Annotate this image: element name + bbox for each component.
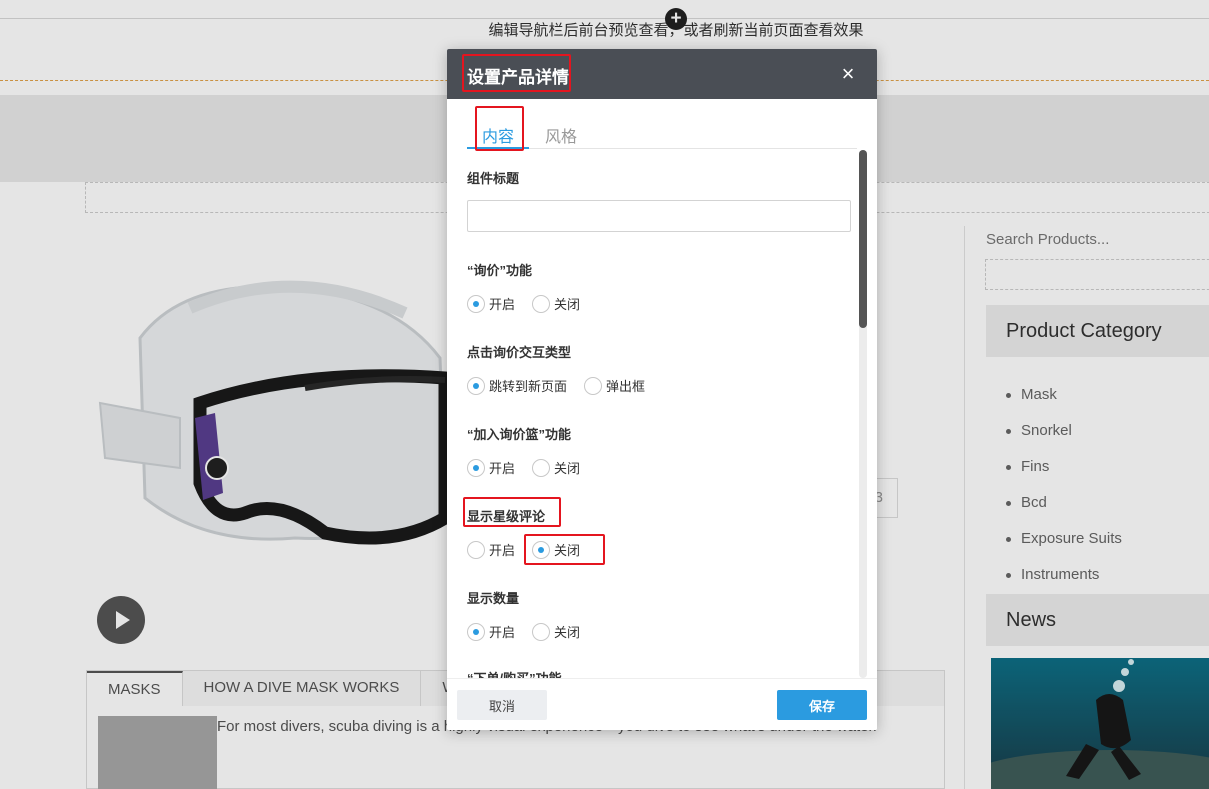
star-rating-off-radio[interactable]: 关闭 [532, 540, 580, 559]
close-icon[interactable]: × [837, 63, 859, 85]
tab-style[interactable]: 风格 [545, 123, 577, 147]
inquiry-interaction-label: 点击询价交互类型 [467, 345, 572, 360]
radio-selected-icon [467, 622, 485, 641]
radio-selected-icon [467, 376, 485, 395]
dialog-title: 设置产品详情 [467, 68, 569, 87]
show-quantity-label: 显示数量 [467, 591, 520, 606]
dialog-tabbar: 内容 风格 [467, 99, 857, 149]
add-to-basket-on-radio[interactable]: 开启 [467, 458, 515, 477]
inquiry-feature-label: “询价”功能 [467, 263, 533, 278]
tab-content[interactable]: 内容 [482, 123, 514, 147]
order-feature-label: “下单/购买”功能 [467, 668, 562, 678]
radio-unselected-icon [532, 458, 551, 477]
radio-selected-icon [467, 294, 485, 313]
radio-selected-icon [467, 458, 485, 477]
inquiry-radio-group: 开启 关闭 [467, 294, 597, 313]
active-tab-indicator [467, 147, 529, 149]
add-to-basket-radio-group: 开启 关闭 [467, 458, 597, 477]
dialog-scrollbar-thumb[interactable] [859, 150, 867, 328]
radio-unselected-icon [532, 622, 551, 641]
star-rating-label: 显示星级评论 [467, 509, 546, 524]
component-title-input[interactable] [467, 200, 851, 232]
radio-unselected-icon [532, 294, 551, 313]
save-button[interactable]: 保存 [777, 690, 867, 720]
show-quantity-on-radio[interactable]: 开启 [467, 622, 515, 641]
popup-radio[interactable]: 弹出框 [584, 376, 645, 395]
show-quantity-radio-group: 开启 关闭 [467, 622, 597, 641]
radio-unselected-icon [467, 540, 485, 559]
inquiry-off-radio[interactable]: 关闭 [532, 294, 580, 313]
product-detail-settings-dialog: 设置产品详情 × 内容 风格 组件标题 “询价”功能 开启 关闭 点击询价交互类… [447, 49, 877, 730]
dialog-body: 组件标题 “询价”功能 开启 关闭 点击询价交互类型 跳转到新页面 弹出框 “加… [447, 150, 857, 678]
star-rating-radio-group: 开启 关闭 [467, 540, 597, 559]
radio-unselected-icon [584, 376, 603, 395]
dialog-footer: 取消 保存 [447, 678, 877, 730]
cancel-button[interactable]: 取消 [457, 690, 547, 720]
star-rating-on-radio[interactable]: 开启 [467, 540, 515, 559]
inquiry-on-radio[interactable]: 开启 [467, 294, 515, 313]
add-to-basket-off-radio[interactable]: 关闭 [532, 458, 580, 477]
inquiry-interaction-radio-group: 跳转到新页面 弹出框 [467, 376, 662, 395]
add-to-basket-label: “加入询价篮”功能 [467, 427, 572, 442]
show-quantity-off-radio[interactable]: 关闭 [532, 622, 580, 641]
jump-new-page-radio[interactable]: 跳转到新页面 [467, 376, 567, 395]
dialog-header: 设置产品详情 × [447, 49, 877, 99]
component-title-label: 组件标题 [467, 171, 520, 186]
radio-selected-icon [532, 540, 551, 559]
